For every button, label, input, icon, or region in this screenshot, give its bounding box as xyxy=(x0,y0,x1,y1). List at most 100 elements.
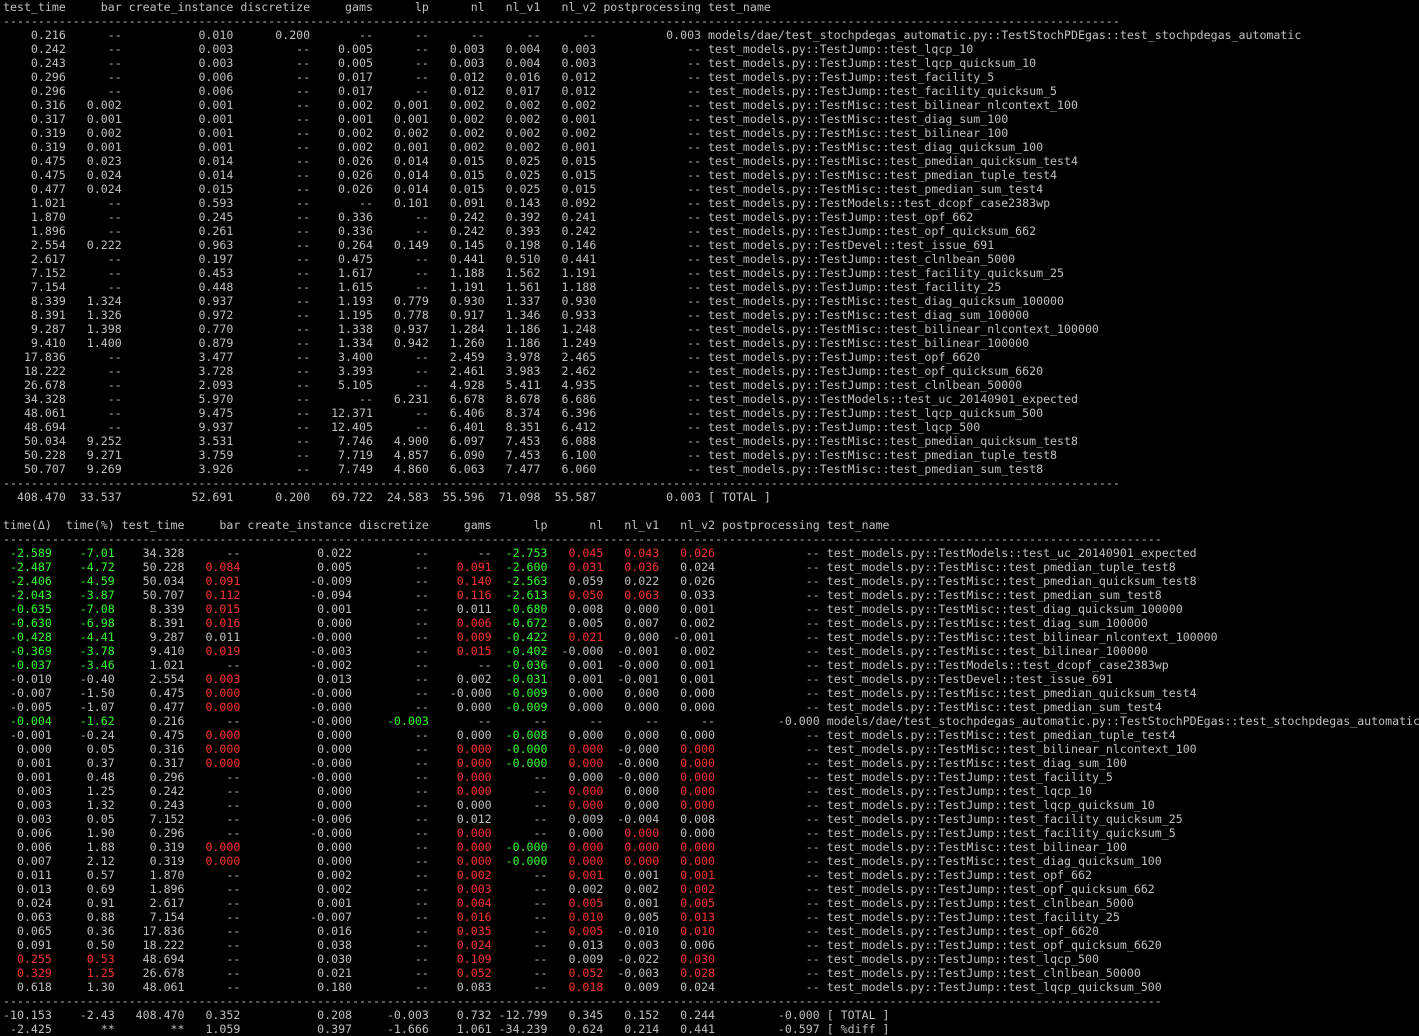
cell-postprocessing: -- xyxy=(715,700,820,714)
cell-discretize: -- xyxy=(233,392,311,406)
cell-nl: 0.000 xyxy=(547,756,604,770)
cell-lp: -34.239 xyxy=(491,1022,548,1036)
cell-time_delta: 0.329 xyxy=(3,966,52,980)
cell-create_instance: 0.208 xyxy=(240,1008,353,1022)
cell-test_time: 34.328 xyxy=(3,392,66,406)
cell-nl_v1: -0.000 xyxy=(603,742,660,756)
cell-lp: -- xyxy=(372,266,429,280)
cell-nl: 0.031 xyxy=(547,560,604,574)
cell-discretize: -- xyxy=(233,378,311,392)
cell-nl: 6.406 xyxy=(428,406,485,420)
cell-time_pct: -1.62 xyxy=(51,714,115,728)
cell-bar: -- xyxy=(184,658,241,672)
cell-create_instance: 0.000 xyxy=(240,742,353,756)
cell-test_time: test_time xyxy=(114,518,185,532)
cell-test_time: 34.328 xyxy=(114,546,185,560)
cell-create_instance: 3.926 xyxy=(121,462,234,476)
cell-bar: 0.000 xyxy=(184,700,241,714)
cell-nl: 0.624 xyxy=(547,1022,604,1036)
cell-create_instance: 0.001 xyxy=(121,98,234,112)
cell-bar: 0.000 xyxy=(184,686,241,700)
cell-lp: -- xyxy=(491,770,548,784)
cell-postprocessing: -- xyxy=(596,308,702,322)
cell-nl: 0.013 xyxy=(547,938,604,952)
cell-discretize: -- xyxy=(352,868,429,882)
table-row: 0.011 0.57 1.870 -- 0.002 -- 0.002 -- 0.… xyxy=(3,868,1419,882)
cell-nl_v2: 0.000 xyxy=(659,826,716,840)
table-row: 9.410 1.400 0.879 -- 1.334 0.942 1.260 1… xyxy=(3,336,1419,350)
cell-create_instance: 0.022 xyxy=(240,546,353,560)
cell-time_delta: -2.425 xyxy=(3,1022,52,1036)
cell-nl: 0.015 xyxy=(428,154,485,168)
cell-bar: -- xyxy=(65,406,122,420)
cell-time_delta: -0.635 xyxy=(3,602,52,616)
cell-gams: 0.000 xyxy=(428,770,492,784)
cell-bar: -- xyxy=(184,938,241,952)
cell-bar: 0.112 xyxy=(184,588,241,602)
cell-discretize: -- xyxy=(233,448,311,462)
cell-lp: -- xyxy=(372,28,429,42)
cell-lp: -0.031 xyxy=(491,672,548,686)
cell-time_pct: -7.01 xyxy=(51,546,115,560)
cell-nl: 0.052 xyxy=(547,966,604,980)
cell-nl_v1: 0.009 xyxy=(603,980,660,994)
cell-test_name: test_models.py::TestJump::test_facility_… xyxy=(701,84,1058,98)
cell-nl_v2: 0.441 xyxy=(659,1022,716,1036)
cell-postprocessing: -- xyxy=(715,812,820,826)
cell-gams: 0.000 xyxy=(428,728,492,742)
cell-test_name: test_models.py::TestMisc::test_diag_quic… xyxy=(701,140,1044,154)
cell-nl_v2: 6.396 xyxy=(540,406,597,420)
cell-time_pct: 0.69 xyxy=(51,882,115,896)
cell-time_delta: 0.063 xyxy=(3,910,52,924)
cell-discretize: -- xyxy=(233,182,311,196)
cell-bar: 0.000 xyxy=(184,742,241,756)
cell-lp: -0.009 xyxy=(491,686,548,700)
cell-nl: 0.005 xyxy=(547,616,604,630)
cell-lp: -0.008 xyxy=(491,728,548,742)
cell-nl_v1: 0.004 xyxy=(484,42,541,56)
cell-nl: 0.242 xyxy=(428,224,485,238)
cell-gams: -- xyxy=(428,658,492,672)
cell-nl: 0.009 xyxy=(547,952,604,966)
cell-nl_v1: 0.002 xyxy=(484,98,541,112)
cell-gams: 0.002 xyxy=(310,140,373,154)
cell-nl_v2: 0.001 xyxy=(540,140,597,154)
table-row: 0.001 0.37 0.317 0.000 -0.000 -- 0.000 -… xyxy=(3,756,1419,770)
cell-nl_v1: 0.510 xyxy=(484,252,541,266)
cell-bar: 1.324 xyxy=(65,294,122,308)
cell-discretize: -- xyxy=(352,952,429,966)
cell-create_instance: -0.009 xyxy=(240,574,353,588)
cell-bar: 0.000 xyxy=(184,728,241,742)
cell-discretize: -- xyxy=(233,336,311,350)
cell-test_time: 0.242 xyxy=(3,42,66,56)
cell-lp: -- xyxy=(372,224,429,238)
cell-test_name: test_models.py::TestJump::test_opf_6620 xyxy=(819,924,1099,938)
cell-nl_v1: -0.000 xyxy=(603,658,660,672)
cell-discretize: -- xyxy=(233,84,311,98)
cell-time_delta: -2.589 xyxy=(3,546,52,560)
cell-nl_v2: 0.242 xyxy=(540,224,597,238)
cell-bar: 9.252 xyxy=(65,434,122,448)
cell-create_instance: 0.001 xyxy=(121,140,234,154)
cell-discretize: -- xyxy=(233,140,311,154)
cell-gams: 0.001 xyxy=(310,112,373,126)
terminal-window[interactable]: test_time bar create_instance discretize… xyxy=(0,0,1419,1036)
cell-bar: 1.398 xyxy=(65,322,122,336)
cell-postprocessing: -- xyxy=(596,154,702,168)
cell-test_name: test_models.py::TestJump::test_lqcp_quic… xyxy=(701,56,1037,70)
cell-nl_v2: 0.002 xyxy=(659,616,716,630)
cell-gams: -- xyxy=(310,196,373,210)
cell-discretize: -- xyxy=(233,280,311,294)
cell-postprocessing: -- xyxy=(715,588,820,602)
table-row: -0.428 -4.41 9.287 0.011 -0.000 -- 0.009… xyxy=(3,630,1419,644)
cell-lp: -- xyxy=(372,56,429,70)
cell-test_time: 9.410 xyxy=(114,644,185,658)
cell-discretize: -- xyxy=(352,686,429,700)
cell-test_time: 1.870 xyxy=(3,210,66,224)
cell-bar: bar xyxy=(65,0,122,14)
cell-lp: -- xyxy=(491,980,548,994)
cell-nl_v1: 0.001 xyxy=(603,896,660,910)
cell-test_name: test_models.py::TestMisc::test_diag_sum_… xyxy=(701,308,1030,322)
cell-lp: 4.900 xyxy=(372,434,429,448)
cell-time_delta: -10.153 xyxy=(3,1008,52,1022)
